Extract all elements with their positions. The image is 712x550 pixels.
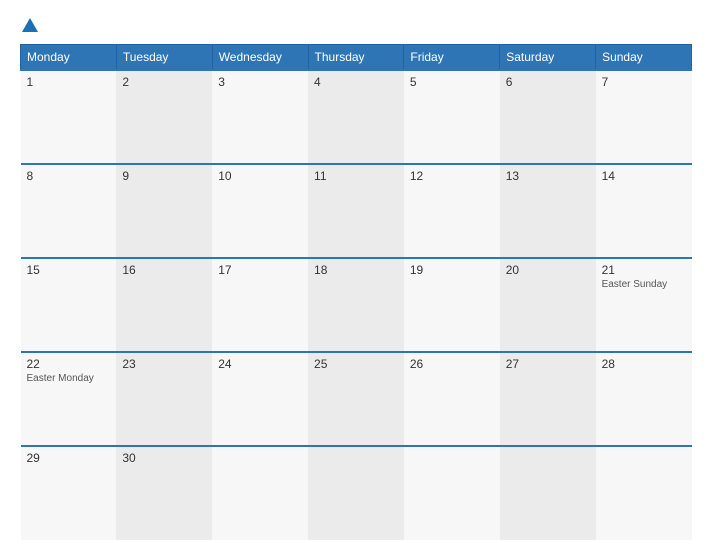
calendar-day-cell xyxy=(404,446,500,540)
day-number: 24 xyxy=(218,357,302,371)
calendar-week-row: 1234567 xyxy=(21,70,692,164)
calendar-day-cell: 10 xyxy=(212,164,308,258)
day-number: 29 xyxy=(27,451,111,465)
day-number: 18 xyxy=(314,263,398,277)
calendar-day-cell: 21 Easter Sunday xyxy=(596,258,692,352)
calendar-day-cell: 11 xyxy=(308,164,404,258)
calendar-day-cell: 30 xyxy=(116,446,212,540)
header-tuesday: Tuesday xyxy=(116,45,212,71)
day-number: 4 xyxy=(314,75,398,89)
page: Monday Tuesday Wednesday Thursday Friday… xyxy=(0,0,712,550)
calendar-day-cell: 29 xyxy=(21,446,117,540)
day-number: 1 xyxy=(27,75,111,89)
day-number: 25 xyxy=(314,357,398,371)
header-wednesday: Wednesday xyxy=(212,45,308,71)
logo xyxy=(20,16,38,34)
calendar-day-cell: 20 xyxy=(500,258,596,352)
day-number: 16 xyxy=(122,263,206,277)
calendar-day-cell: 2 xyxy=(116,70,212,164)
calendar-day-cell: 9 xyxy=(116,164,212,258)
calendar-day-cell xyxy=(308,446,404,540)
day-number: 3 xyxy=(218,75,302,89)
calendar-day-cell: 4 xyxy=(308,70,404,164)
day-number: 2 xyxy=(122,75,206,89)
header-sunday: Sunday xyxy=(596,45,692,71)
calendar-day-cell: 24 xyxy=(212,352,308,446)
day-number: 19 xyxy=(410,263,494,277)
calendar-day-cell xyxy=(596,446,692,540)
calendar-day-cell: 14 xyxy=(596,164,692,258)
calendar-day-cell: 3 xyxy=(212,70,308,164)
calendar-day-cell: 28 xyxy=(596,352,692,446)
day-number: 17 xyxy=(218,263,302,277)
calendar-week-row: 29 30 xyxy=(21,446,692,540)
calendar-day-cell: 27 xyxy=(500,352,596,446)
day-number: 30 xyxy=(122,451,206,465)
logo-triangle-icon xyxy=(22,18,38,32)
day-number: 22 xyxy=(27,357,111,371)
calendar-day-cell: 23 xyxy=(116,352,212,446)
day-number: 23 xyxy=(122,357,206,371)
day-number: 26 xyxy=(410,357,494,371)
calendar-day-cell: 22 Easter Monday xyxy=(21,352,117,446)
day-number: 12 xyxy=(410,169,494,183)
day-number: 8 xyxy=(27,169,111,183)
header-saturday: Saturday xyxy=(500,45,596,71)
calendar-day-cell: 7 xyxy=(596,70,692,164)
day-number: 20 xyxy=(506,263,590,277)
calendar-day-cell: 18 xyxy=(308,258,404,352)
day-number: 9 xyxy=(122,169,206,183)
day-number: 13 xyxy=(506,169,590,183)
calendar-day-cell: 19 xyxy=(404,258,500,352)
calendar-day-cell: 26 xyxy=(404,352,500,446)
day-number: 10 xyxy=(218,169,302,183)
day-number: 28 xyxy=(602,357,686,371)
weekday-header-row: Monday Tuesday Wednesday Thursday Friday… xyxy=(21,45,692,71)
holiday-label: Easter Monday xyxy=(27,373,111,384)
calendar-day-cell: 6 xyxy=(500,70,596,164)
calendar-day-cell: 17 xyxy=(212,258,308,352)
calendar-day-cell: 12 xyxy=(404,164,500,258)
calendar-day-cell: 25 xyxy=(308,352,404,446)
logo-text xyxy=(20,16,38,34)
calendar-day-cell: 5 xyxy=(404,70,500,164)
calendar-day-cell: 8 xyxy=(21,164,117,258)
calendar-week-row: 15 16 17 18 19 20 21 Easter Sunday xyxy=(21,258,692,352)
day-number: 14 xyxy=(602,169,686,183)
day-number: 21 xyxy=(602,263,686,277)
calendar-table: Monday Tuesday Wednesday Thursday Friday… xyxy=(20,44,692,540)
calendar-body: 123456789101112131415161718192021Easter … xyxy=(21,70,692,540)
day-number: 27 xyxy=(506,357,590,371)
header-friday: Friday xyxy=(404,45,500,71)
calendar-week-row: 89 10 11 12 13 14 xyxy=(21,164,692,258)
calendar-header: Monday Tuesday Wednesday Thursday Friday… xyxy=(21,45,692,71)
calendar-day-cell: 1 xyxy=(21,70,117,164)
day-number: 7 xyxy=(602,75,686,89)
header-monday: Monday xyxy=(21,45,117,71)
day-number: 11 xyxy=(314,169,398,183)
calendar-day-cell: 15 xyxy=(21,258,117,352)
calendar-day-cell xyxy=(212,446,308,540)
header xyxy=(20,16,692,34)
day-number: 5 xyxy=(410,75,494,89)
calendar-week-row: 22 Easter Monday 23 24 25 26 27 28 xyxy=(21,352,692,446)
calendar-day-cell: 16 xyxy=(116,258,212,352)
header-thursday: Thursday xyxy=(308,45,404,71)
holiday-label: Easter Sunday xyxy=(602,279,686,290)
calendar-day-cell: 13 xyxy=(500,164,596,258)
day-number: 6 xyxy=(506,75,590,89)
calendar-day-cell xyxy=(500,446,596,540)
day-number: 15 xyxy=(27,263,111,277)
